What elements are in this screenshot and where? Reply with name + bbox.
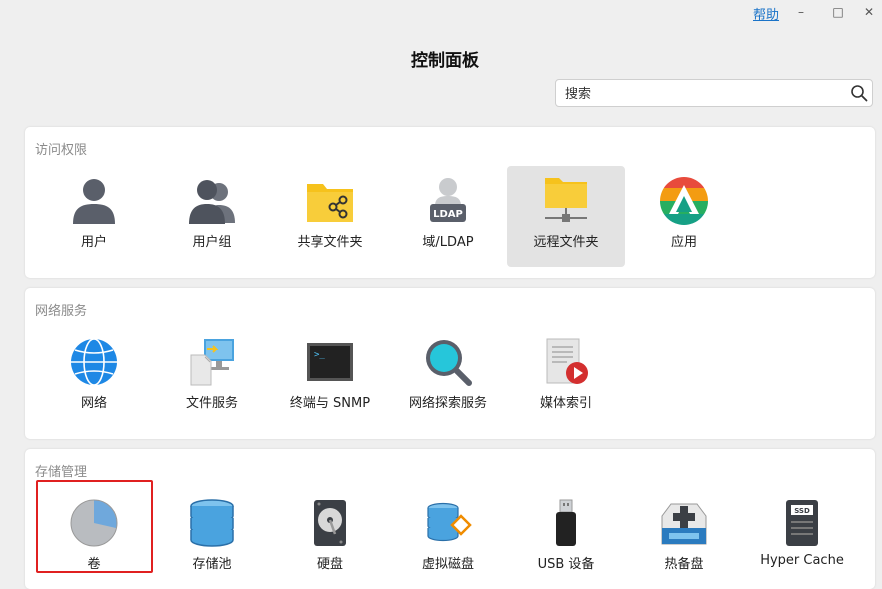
section-storage: 存储管理 卷 存储池 硬盘 虚拟磁盘 USB 设备 热备盘 SSD Hyper … — [25, 449, 875, 589]
item-ldap[interactable]: LDAP 域/LDAP — [389, 166, 507, 267]
item-media-index[interactable]: 媒体索引 — [507, 327, 625, 428]
virtual-disk-icon — [427, 502, 472, 542]
section-network: 网络服务 网络 文件服务 >_ 终端与 SNMP 网络探索服务 媒体索引 — [25, 288, 875, 439]
section-title: 网络服务 — [35, 304, 88, 319]
file-service-icon — [190, 339, 234, 386]
item-network[interactable]: 网络 — [35, 327, 153, 428]
media-index-icon — [546, 338, 588, 384]
ssd-cache-icon: SSD — [786, 500, 818, 546]
item-label: Hyper Cache — [760, 553, 844, 568]
search-icon[interactable] — [850, 84, 868, 102]
item-label: 应用 — [670, 235, 697, 250]
search-box[interactable] — [555, 79, 873, 107]
minimize-button[interactable]: – — [790, 3, 812, 21]
search-input[interactable] — [563, 84, 837, 104]
item-hard-disk[interactable]: 硬盘 — [271, 488, 389, 589]
app-icon — [660, 177, 708, 225]
ldap-icon: LDAP — [430, 178, 466, 222]
ldap-icon-text: LDAP — [433, 209, 463, 220]
item-hot-spare[interactable]: 热备盘 — [625, 488, 743, 589]
item-discovery[interactable]: 网络探索服务 — [389, 327, 507, 428]
usb-device-icon — [556, 499, 576, 546]
storage-pool-icon — [190, 499, 234, 547]
item-storage-pool[interactable]: 存储池 — [153, 488, 271, 589]
globe-icon — [71, 338, 117, 386]
shared-folder-icon — [307, 184, 353, 222]
item-file-service[interactable]: 文件服务 — [153, 327, 271, 428]
item-user[interactable]: 用户 — [35, 166, 153, 267]
section-access: 访问权限 用户 用户组 共享文件夹 LDAP 域/LDAP 远程文件夹 应用 — [25, 127, 875, 278]
remote-folder-icon — [545, 178, 587, 222]
item-virtual-disk[interactable]: 虚拟磁盘 — [389, 488, 507, 589]
item-user-group[interactable]: 用户组 — [153, 166, 271, 267]
item-terminal-snmp[interactable]: >_ 终端与 SNMP — [271, 327, 389, 428]
section-title: 存储管理 — [35, 465, 88, 480]
section-title: 访问权限 — [35, 143, 88, 158]
user-group-icon — [189, 180, 235, 224]
item-volume[interactable]: 卷 — [35, 488, 153, 589]
item-remote-folder[interactable]: 远程文件夹 — [507, 166, 625, 267]
ssd-icon-text: SSD — [794, 507, 810, 515]
terminal-icon-text: >_ — [314, 350, 325, 360]
close-button[interactable]: ✕ — [858, 3, 880, 21]
help-link[interactable]: 帮助 — [753, 4, 779, 23]
hot-spare-icon — [661, 503, 707, 545]
hard-disk-icon — [314, 500, 346, 546]
item-shared-folder[interactable]: 共享文件夹 — [271, 166, 389, 267]
page-title: 控制面板 — [411, 51, 479, 71]
user-icon — [73, 179, 115, 224]
title-bar: 帮助 – □ ✕ — [0, 0, 882, 26]
maximize-button[interactable]: □ — [827, 3, 849, 21]
terminal-icon: >_ — [307, 343, 353, 381]
item-label: 媒体索引 — [539, 396, 592, 411]
volume-pie-icon — [70, 499, 118, 547]
magnifier-icon — [426, 340, 472, 386]
item-hyper-cache[interactable]: SSD Hyper Cache — [743, 488, 861, 589]
item-app[interactable]: 应用 — [625, 166, 743, 267]
item-usb-device[interactable]: USB 设备 — [507, 488, 625, 589]
